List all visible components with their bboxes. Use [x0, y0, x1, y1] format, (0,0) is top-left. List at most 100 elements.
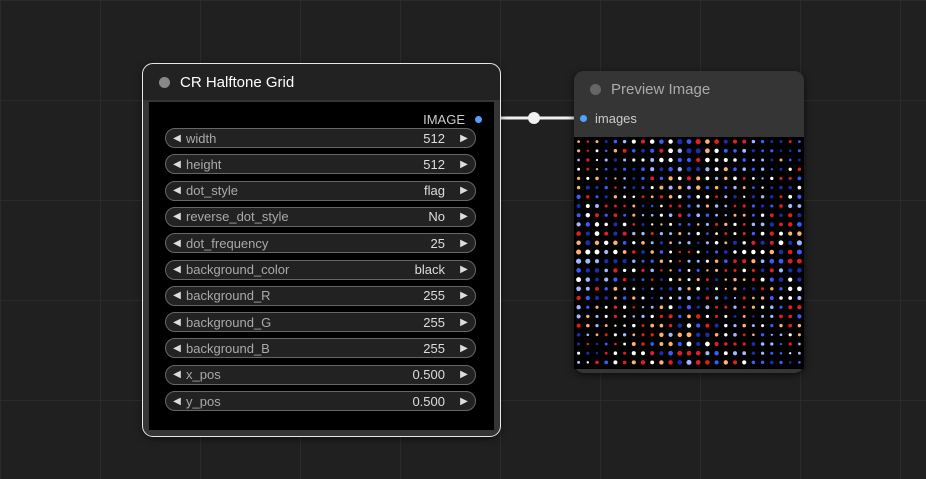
- node-title-bar[interactable]: CR Halftone Grid: [143, 64, 500, 100]
- arrow-right-icon[interactable]: ▶: [457, 290, 471, 301]
- widget-height[interactable]: ◀ height 512 ▶: [165, 154, 476, 175]
- halftone-dot: [659, 232, 663, 236]
- arrow-right-icon[interactable]: ▶: [457, 317, 471, 328]
- arrow-right-icon[interactable]: ▶: [457, 211, 471, 222]
- arrow-left-icon[interactable]: ◀: [170, 238, 184, 249]
- halftone-dot: [660, 223, 663, 226]
- arrow-left-icon[interactable]: ◀: [170, 159, 184, 170]
- halftone-dot: [649, 139, 655, 144]
- arrow-right-icon[interactable]: ▶: [457, 159, 471, 170]
- input-slot-images[interactable]: images: [580, 111, 637, 126]
- halftone-dot: [659, 360, 664, 365]
- halftone-dot: [586, 149, 589, 152]
- halftone-dot: [715, 305, 719, 309]
- halftone-dot: [686, 332, 692, 338]
- halftone-dot: [798, 342, 801, 346]
- halftone-dot: [760, 231, 765, 236]
- node-title: CR Halftone Grid: [180, 73, 295, 91]
- circle-slot-icon[interactable]: [475, 116, 482, 123]
- widget-x-pos[interactable]: ◀ x_pos 0.500 ▶: [165, 364, 476, 385]
- halftone-dot: [742, 186, 746, 190]
- widget-background-R[interactable]: ◀ background_R 255 ▶: [165, 285, 476, 306]
- halftone-dot: [677, 305, 682, 310]
- arrow-left-icon[interactable]: ◀: [170, 264, 184, 275]
- halftone-dot: [659, 342, 664, 346]
- widget-dot-style[interactable]: ◀ dot_style flag ▶: [165, 180, 476, 201]
- halftone-dot: [594, 240, 600, 245]
- widget-reverse-dot-style[interactable]: ◀ reverse_dot_style No ▶: [165, 206, 476, 227]
- halftone-dot: [724, 232, 728, 236]
- halftone-dot: [687, 268, 691, 272]
- halftone-dot: [650, 360, 655, 365]
- halftone-dot: [577, 149, 581, 153]
- halftone-dot: [622, 259, 627, 264]
- widget-width[interactable]: ◀ width 512 ▶: [165, 128, 476, 148]
- halftone-dot: [632, 333, 636, 337]
- halftone-dot: [733, 176, 737, 181]
- halftone-dot: [733, 148, 737, 153]
- halftone-dot: [724, 259, 728, 263]
- graph-canvas[interactable]: CR Halftone Grid IMAGE ◀ width 512 ▶ ◀ height…: [0, 0, 926, 479]
- halftone-dot: [632, 158, 636, 162]
- arrow-left-icon[interactable]: ◀: [170, 211, 184, 222]
- halftone-dot: [686, 305, 692, 310]
- circle-node-icon[interactable]: [159, 76, 170, 88]
- halftone-dot: [696, 286, 701, 291]
- arrow-left-icon[interactable]: ◀: [170, 185, 184, 196]
- node-cr-halftone-grid[interactable]: CR Halftone Grid IMAGE ◀ width 512 ▶ ◀ height…: [142, 63, 501, 437]
- halftone-dot: [577, 140, 580, 143]
- halftone-dot: [632, 167, 636, 171]
- halftone-dot: [659, 296, 663, 300]
- halftone-dot: [788, 240, 793, 245]
- arrow-right-icon[interactable]: ▶: [457, 396, 471, 407]
- halftone-dot: [742, 158, 746, 162]
- widget-background-G[interactable]: ◀ background_G 255 ▶: [165, 312, 476, 333]
- arrow-right-icon[interactable]: ▶: [457, 343, 471, 354]
- arrow-left-icon[interactable]: ◀: [170, 396, 184, 407]
- halftone-dot: [669, 269, 672, 272]
- halftone-dot: [585, 286, 590, 291]
- arrow-left-icon[interactable]: ◀: [170, 343, 184, 354]
- node-title-bar[interactable]: Preview Image: [574, 71, 804, 107]
- arrow-right-icon[interactable]: ▶: [457, 264, 471, 275]
- arrow-left-icon[interactable]: ◀: [170, 317, 184, 328]
- halftone-dot: [586, 314, 590, 319]
- halftone-dot: [751, 149, 756, 153]
- arrow-right-icon[interactable]: ▶: [457, 185, 471, 196]
- output-slot-image[interactable]: IMAGE: [423, 112, 482, 127]
- halftone-dot: [586, 305, 590, 309]
- widget-background-color[interactable]: ◀ background_color black ▶: [165, 259, 476, 280]
- halftone-dot: [686, 323, 692, 328]
- widget-dot-frequency[interactable]: ◀ dot_frequency 25 ▶: [165, 233, 476, 254]
- halftone-dot: [668, 341, 673, 347]
- halftone-dot: [622, 333, 627, 337]
- halftone-dot: [595, 213, 599, 218]
- arrow-right-icon[interactable]: ▶: [457, 133, 471, 144]
- halftone-dot: [641, 333, 645, 337]
- halftone-dot: [715, 213, 718, 217]
- halftone-dot: [623, 213, 627, 217]
- halftone-dot: [770, 204, 774, 208]
- arrow-right-icon[interactable]: ▶: [457, 238, 471, 249]
- node-preview-image[interactable]: Preview Image images: [574, 71, 804, 373]
- circle-slot-icon[interactable]: [580, 115, 587, 122]
- halftone-dot: [760, 204, 765, 208]
- arrow-left-icon[interactable]: ◀: [170, 369, 184, 380]
- halftone-dot: [761, 186, 764, 189]
- halftone-dot: [733, 204, 737, 208]
- arrow-left-icon[interactable]: ◀: [170, 290, 184, 301]
- halftone-dot: [705, 176, 710, 181]
- halftone-dot: [650, 148, 655, 153]
- halftone-dot: [751, 278, 755, 282]
- arrow-right-icon[interactable]: ▶: [457, 369, 471, 380]
- halftone-dot: [742, 296, 746, 300]
- widget-y-pos[interactable]: ◀ y_pos 0.500 ▶: [165, 391, 476, 411]
- widget-background-B[interactable]: ◀ background_B 255 ▶: [165, 338, 476, 359]
- halftone-dot: [668, 157, 673, 163]
- circle-node-icon[interactable]: [590, 83, 601, 95]
- arrow-left-icon[interactable]: ◀: [170, 133, 184, 144]
- halftone-dot: [769, 231, 774, 236]
- halftone-dot: [632, 287, 636, 291]
- halftone-dot: [769, 296, 774, 300]
- halftone-dot: [751, 351, 756, 355]
